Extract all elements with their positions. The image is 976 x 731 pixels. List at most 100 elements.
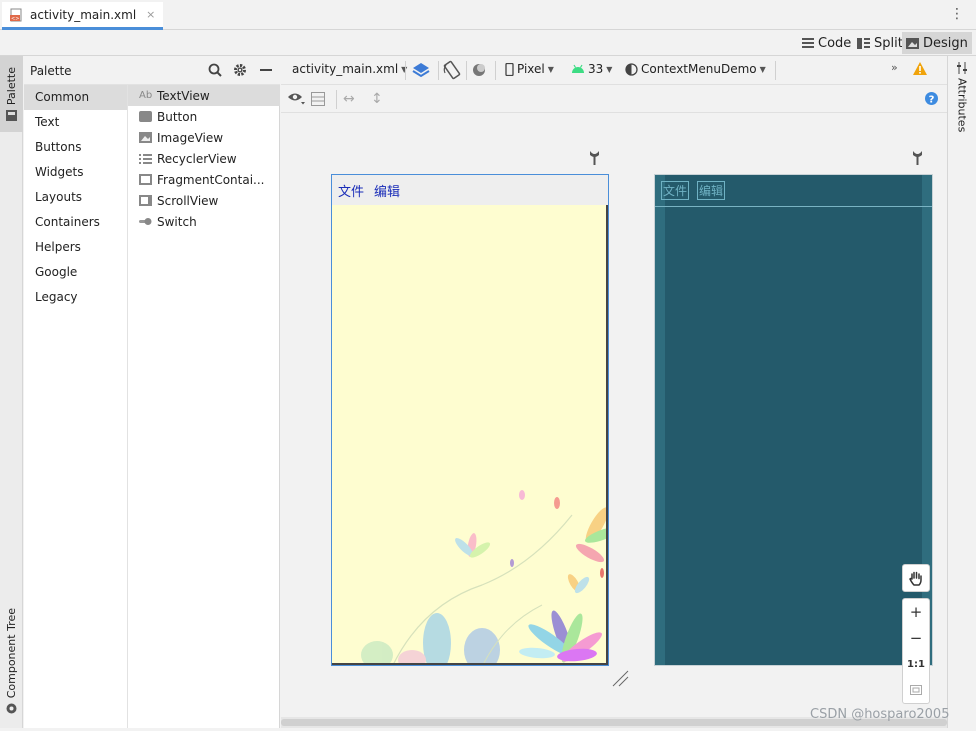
category-containers[interactable]: Containers: [24, 210, 127, 235]
api-level-selector[interactable]: 33 ▼: [571, 62, 612, 76]
toolbar-separator: [405, 61, 406, 80]
category-legacy[interactable]: Legacy: [24, 285, 127, 310]
resize-handle-icon[interactable]: [611, 669, 629, 690]
component-tree-tool-tab[interactable]: Component Tree: [0, 596, 23, 726]
close-tab-icon[interactable]: ×: [146, 8, 155, 21]
split-mode-button[interactable]: Split: [853, 32, 907, 54]
android-icon: [571, 64, 585, 74]
zoom-one-to-one-button[interactable]: 1:1: [903, 651, 929, 677]
design-toolbar-secondary: ↔ ↕ ?: [281, 85, 947, 113]
file-tab-label: activity_main.xml: [30, 7, 137, 22]
zoom-out-button[interactable]: −: [903, 625, 929, 651]
horizontal-resize-icon[interactable]: ↔: [343, 91, 355, 107]
code-mode-label: Code: [818, 35, 852, 51]
chevron-down-icon: ▼: [547, 64, 554, 74]
search-icon[interactable]: [208, 63, 222, 77]
help-icon[interactable]: ?: [925, 92, 938, 105]
palette-item-switch[interactable]: Switch: [128, 211, 280, 232]
palette-item-label: FragmentContai...: [157, 172, 265, 187]
design-surface-button[interactable]: [411, 60, 431, 80]
toolbar-separator: [466, 61, 467, 80]
toolbar-separator: [775, 61, 776, 80]
overflow-chevron-icon[interactable]: »: [891, 61, 898, 74]
layout-file-selector[interactable]: activity_main.xml ▼: [292, 62, 407, 76]
palette-icon: [6, 109, 17, 121]
orientation-button[interactable]: [442, 60, 462, 80]
menu-item-edit[interactable]: 编辑: [374, 181, 400, 200]
palette-tool-tab[interactable]: Palette: [0, 56, 23, 132]
warning-icon[interactable]: [913, 62, 927, 75]
palette-item-imageview[interactable]: ImageView: [128, 127, 280, 148]
view-mode-bar: Code Split Design: [0, 30, 976, 56]
list-icon: [139, 153, 152, 164]
minimize-icon[interactable]: [260, 69, 272, 71]
blueprint-preview[interactable]: 文件 编辑: [654, 174, 933, 666]
svg-text:<>: <>: [11, 16, 19, 22]
zoom-controls: + − 1:1: [902, 598, 930, 704]
eye-icon: [287, 91, 305, 105]
night-mode-button[interactable]: [471, 61, 489, 79]
palette-item-button[interactable]: Button: [128, 106, 280, 127]
pin-icon[interactable]: [589, 150, 600, 169]
zoom-in-button[interactable]: +: [903, 599, 929, 625]
switch-icon: [139, 216, 152, 227]
palette-item-recyclerview[interactable]: RecyclerView: [128, 148, 280, 169]
menu-item-file[interactable]: 文件: [338, 181, 364, 200]
category-helpers[interactable]: Helpers: [24, 235, 127, 260]
device-selector[interactable]: Pixel ▼: [505, 62, 554, 76]
category-layouts[interactable]: Layouts: [24, 185, 127, 210]
blueprint-app-bar: 文件 编辑: [655, 175, 932, 207]
layout-file-label: activity_main.xml: [292, 62, 399, 76]
palette-items: Ab TextView Button ImageView RecyclerVie…: [128, 85, 280, 728]
chevron-down-icon: ▼: [759, 64, 766, 74]
hand-icon: [903, 565, 929, 591]
blueprint-edge-stripe: [655, 175, 665, 665]
attributes-sliders-icon: [956, 62, 968, 74]
palette-item-fragmentcontainer[interactable]: FragmentContai...: [128, 169, 280, 190]
palette-header: Palette: [24, 56, 280, 85]
preview-app-bar: 文件 编辑: [332, 175, 608, 205]
right-tool-strip: Attributes: [947, 56, 976, 728]
fit-screen-icon: [910, 685, 922, 695]
pin-icon[interactable]: [912, 150, 923, 169]
palette-item-label: RecyclerView: [157, 151, 237, 166]
zoom-to-fit-button[interactable]: [903, 677, 929, 703]
gear-icon[interactable]: [233, 63, 247, 77]
palette-item-textview[interactable]: Ab TextView: [128, 85, 280, 106]
blueprint-menu-item-file[interactable]: 文件: [661, 181, 690, 200]
split-icon: [857, 37, 870, 49]
category-widgets[interactable]: Widgets: [24, 160, 127, 185]
design-mode-label: Design: [923, 35, 968, 51]
view-options-button[interactable]: [287, 91, 305, 105]
chevron-down-icon: ▼: [606, 64, 613, 74]
theme-selector[interactable]: ContextMenuDemo ▼: [625, 62, 766, 76]
file-tab-activity-main[interactable]: <> activity_main.xml ×: [2, 2, 164, 30]
attributes-tool-tab[interactable]: Attributes: [948, 62, 976, 142]
more-options-icon[interactable]: ⋮: [950, 6, 964, 22]
design-mode-button[interactable]: Design: [902, 32, 972, 54]
rotate-device-icon: [442, 60, 462, 80]
palette-item-scrollview[interactable]: ScrollView: [128, 190, 280, 211]
palette-item-label: TextView: [157, 88, 210, 103]
category-buttons[interactable]: Buttons: [24, 135, 127, 160]
layers-icon: [411, 60, 431, 80]
attributes-tool-tab-label: Attributes: [955, 78, 969, 133]
palette-item-label: Button: [157, 109, 198, 124]
blueprint-toggle-button[interactable]: [311, 92, 325, 106]
category-common[interactable]: Common: [24, 85, 127, 110]
pan-button[interactable]: [902, 564, 930, 592]
blueprint-menu-item-edit[interactable]: 编辑: [697, 181, 726, 200]
grid-icon: [311, 92, 325, 106]
category-text[interactable]: Text: [24, 110, 127, 135]
design-preview[interactable]: 文件 编辑: [331, 174, 609, 666]
category-google[interactable]: Google: [24, 260, 127, 285]
device-label: Pixel: [517, 62, 545, 76]
toolbar-separator: [495, 61, 496, 80]
split-mode-label: Split: [874, 35, 903, 51]
palette-title: Palette: [30, 64, 72, 78]
code-mode-button[interactable]: Code: [798, 32, 855, 54]
text-ab-icon: Ab: [139, 90, 153, 101]
preview-bottom-edge: [332, 663, 608, 665]
design-image-icon: [906, 37, 919, 49]
vertical-resize-icon[interactable]: ↕: [371, 91, 383, 107]
